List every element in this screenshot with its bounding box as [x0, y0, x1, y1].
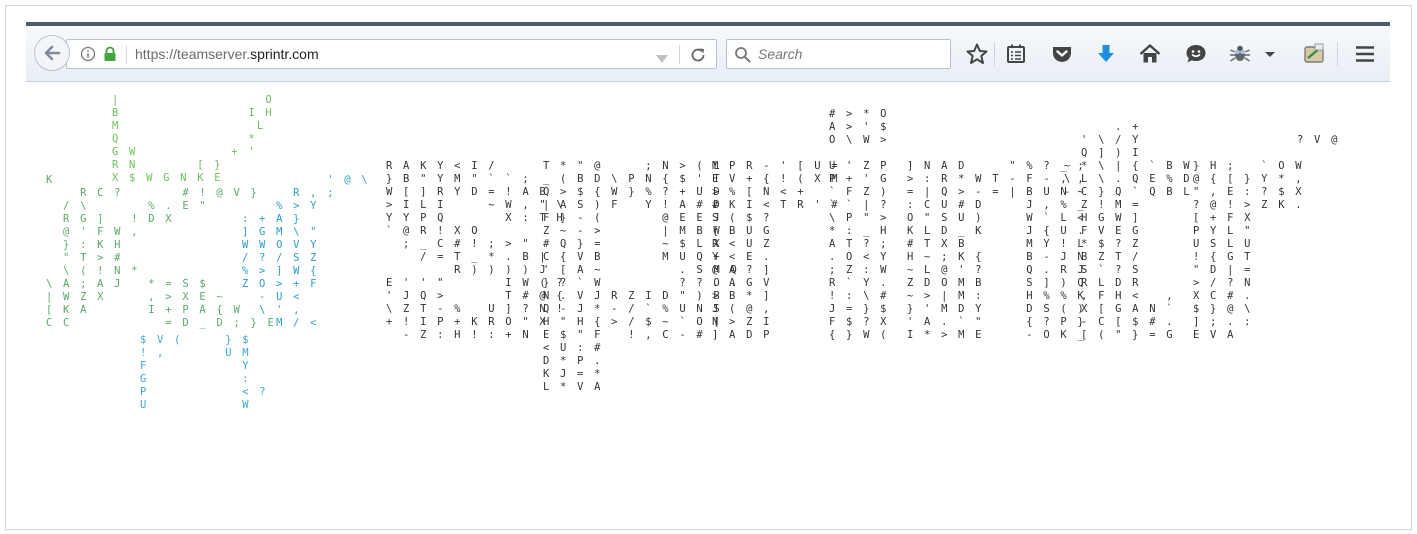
matrix-column-8: ? V @ — [1297, 134, 1340, 146]
page-content: | O B I H M L Q * G W + ' R N [ } X $ W … — [26, 82, 1390, 522]
matrix-star-bottom: $ V ( } $ ! , U M F Y G : P < ? U W — [140, 334, 268, 411]
matrix-star-right: ' @ \ R , ; % > Y : + A } ] G M \ " W W … — [242, 174, 370, 329]
search-bar[interactable]: Search — [726, 39, 951, 69]
pocket-icon[interactable] — [1050, 42, 1074, 66]
toolbar-separator-2 — [1337, 42, 1338, 66]
matrix-column-4: # > * O A > ' $ O \ W > U ' Z P P + ' G … — [829, 108, 889, 341]
url-bar[interactable]: https://teamserver.sprintr.com — [66, 39, 717, 69]
chevron-down-icon[interactable] — [1263, 42, 1277, 66]
hamburger-menu-icon[interactable] — [1353, 42, 1377, 66]
info-icon[interactable] — [80, 46, 96, 66]
url-text[interactable]: https://teamserver.sprintr.com — [135, 46, 319, 62]
url-separator — [126, 45, 127, 64]
reading-list-icon[interactable] — [1004, 42, 1028, 66]
matrix-column-6: . + ' \ / Y Q ] ) I ~ * \ | { ` B W \ L … — [1064, 121, 1192, 341]
matrix-column-3: M P R - ' [ U = E V + { ! ( X M > % [ N … — [712, 160, 840, 341]
lock-icon[interactable] — [103, 46, 117, 66]
url-separator-2 — [679, 45, 680, 64]
url-prefix: https://teamserver. — [135, 46, 251, 62]
matrix-column-5: ] N A D " % ? _ ; > : R * W T - F - , , … — [907, 160, 1086, 341]
back-button[interactable] — [34, 35, 70, 71]
toolbar-separator — [994, 42, 995, 66]
matrix-star-top: | O B I H M L Q * G W + ' R N [ } X $ W … — [112, 94, 274, 184]
bug-icon[interactable] — [1228, 42, 1252, 66]
home-icon[interactable] — [1138, 42, 1162, 66]
matrix-column-7: } H ; ` O W @ { [ } Y * , " , E : ? $ X … — [1193, 160, 1304, 341]
navigation-toolbar: https://teamserver.sprintr.com Search — [26, 26, 1390, 82]
search-placeholder: Search — [758, 46, 803, 62]
back-arrow-icon — [44, 45, 61, 61]
screenshot-icon[interactable] — [1302, 42, 1326, 66]
matrix-column-2: T * " @ ; N > ( L _ ( B D \ P N { $ ' T … — [543, 160, 739, 393]
search-icon — [734, 46, 752, 68]
url-domain: sprintr.com — [250, 46, 319, 62]
reload-icon[interactable] — [689, 46, 707, 68]
download-arrow-icon[interactable] — [1094, 42, 1118, 66]
star-icon[interactable] — [965, 42, 989, 66]
chat-bubble-icon[interactable] — [1184, 42, 1208, 66]
dropdown-arrow-icon[interactable] — [655, 49, 669, 68]
matrix-column-1: R A K Y < I / } B " Y M " ` ` ; W [ ] R … — [386, 160, 565, 341]
